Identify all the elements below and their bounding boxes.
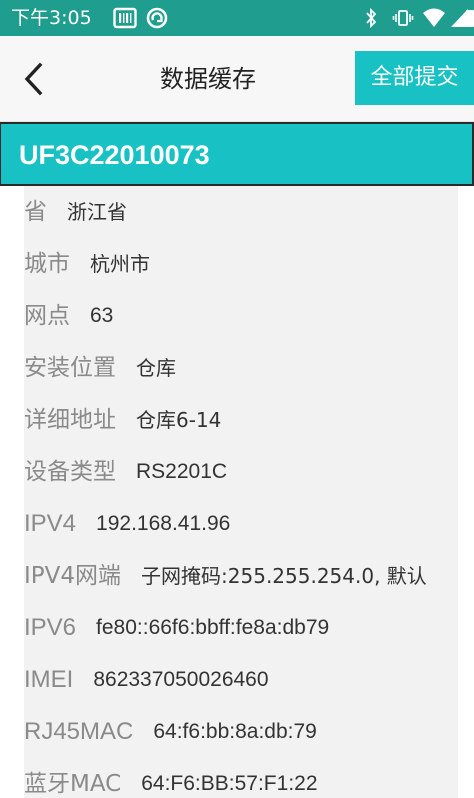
detail-value: 63 xyxy=(90,304,114,327)
detail-row-imei: IMEI 862337050026460 xyxy=(24,654,458,706)
vibrate-icon xyxy=(392,10,414,26)
detail-row-address: 详细地址 仓库6-14 xyxy=(24,394,458,446)
detail-row-province: 省浙江省 xyxy=(24,186,458,238)
detail-row-rj45-mac: RJ45MAC 64:f6:bb:8a:db:79 xyxy=(24,706,458,758)
detail-label: 城市 xyxy=(24,251,70,277)
detail-row-ipv4-subnet: IPV4网端 子网掩码:255.255.254.0, 默认 xyxy=(24,550,458,602)
detail-label: IPV6 xyxy=(24,614,77,641)
detail-row-device-type: 设备类型 RS2201C xyxy=(24,446,458,498)
barcode-icon xyxy=(113,7,137,29)
detail-label: 设备类型 xyxy=(24,459,116,485)
battery-icon xyxy=(466,10,474,27)
detail-value: fe80::66f6:bbff:fe8a:db79 xyxy=(96,616,330,639)
detail-value: 64:F6:BB:57:F1:22 xyxy=(141,772,318,795)
sync-circle-icon xyxy=(146,7,168,29)
detail-row-outlet: 网点 63 xyxy=(24,290,458,342)
detail-row-install-location: 安装位置 仓库 xyxy=(24,342,458,394)
detail-row-city: 城市 杭州市 xyxy=(24,238,458,290)
detail-value: 杭州市 xyxy=(90,252,150,276)
detail-label: IMEI xyxy=(24,666,74,693)
detail-value: 仓库 xyxy=(136,356,176,380)
detail-label: 蓝牙MAC xyxy=(24,771,122,797)
detail-value: 仓库6-14 xyxy=(136,408,222,432)
device-id: UF3C22010073 xyxy=(19,140,210,170)
page-title: 数据缓存 xyxy=(160,65,256,93)
detail-label: 网点 xyxy=(24,303,70,329)
status-bar: 下午3:05 xyxy=(0,0,474,36)
detail-value: 192.168.41.96 xyxy=(96,512,231,535)
detail-label: IPV4 xyxy=(24,510,77,537)
detail-row-bluetooth-mac: 蓝牙MAC 64:F6:BB:57:F1:22 xyxy=(24,758,458,798)
device-header[interactable]: UF3C22010073 xyxy=(0,122,474,186)
detail-value: RS2201C xyxy=(136,460,228,483)
app-bar: 数据缓存 全部提交 xyxy=(0,36,474,122)
detail-label: RJ45MAC xyxy=(24,718,134,745)
detail-row-ipv4: IPV4 192.168.41.96 xyxy=(24,498,458,550)
detail-value: 64:f6:bb:8a:db:79 xyxy=(153,720,317,743)
cache-content: UF3C22010073 省浙江省 城市 杭州市 网点 63 安装位置 仓库 详细地址… xyxy=(0,122,474,798)
detail-label: 安装位置 xyxy=(24,355,116,381)
bluetooth-icon xyxy=(366,7,377,29)
detail-value: 浙江省 xyxy=(67,200,127,224)
detail-value: 862337050026460 xyxy=(93,668,269,691)
status-time: 下午3:05 xyxy=(11,7,92,29)
submit-all-button[interactable]: 全部提交 xyxy=(355,51,474,105)
wifi-icon xyxy=(423,8,445,27)
detail-label: 详细地址 xyxy=(24,407,116,433)
device-detail-panel: 省浙江省 城市 杭州市 网点 63 安装位置 仓库 详细地址 仓库6-14 设备类型 RS… xyxy=(24,186,458,798)
detail-value: 子网掩码:255.255.254.0, 默认 xyxy=(141,564,427,588)
detail-row-ipv6: IPV6 fe80::66f6:bbff:fe8a:db79 xyxy=(24,602,458,654)
detail-label: 省 xyxy=(24,199,47,225)
detail-label: IPV4网端 xyxy=(24,563,122,589)
